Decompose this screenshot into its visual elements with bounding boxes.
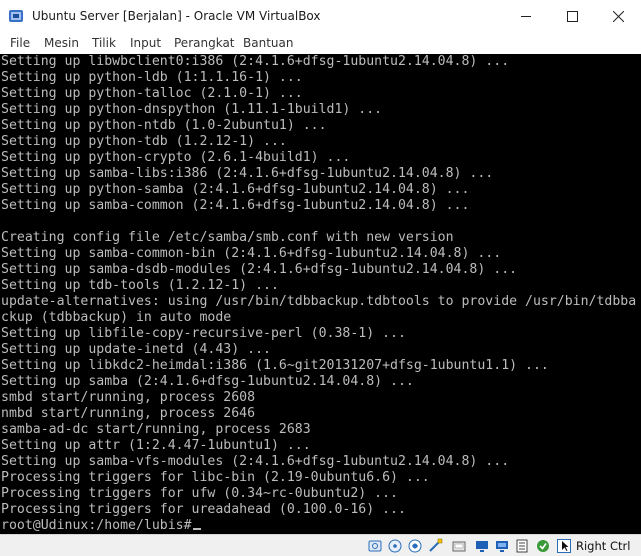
menu-help[interactable]: Bantuan <box>243 35 293 51</box>
console-line: Setting up python-talloc (2.1.0-1) ... <box>1 86 303 101</box>
video-capture-icon[interactable] <box>514 538 530 554</box>
console-line: Setting up samba-vfs-modules (2:4.1.6+df… <box>1 454 510 469</box>
console-line: nmbd start/running, process 2646 <box>1 406 256 421</box>
console-line: Setting up python-samba (2:4.1.6+dfsg-1u… <box>1 182 470 197</box>
maximize-button[interactable] <box>549 0 595 32</box>
close-icon <box>612 10 624 22</box>
console-line: Setting up python-crypto (2.6.1-4build1)… <box>1 150 351 165</box>
mouse-integration-icon[interactable] <box>556 538 572 554</box>
menu-machine[interactable]: Mesin <box>44 35 79 51</box>
network-icon[interactable] <box>427 538 443 554</box>
console-line: Setting up python-tdb (1.2.12-1) ... <box>1 134 287 149</box>
usb-icon[interactable] <box>451 538 467 554</box>
console-line: Setting up samba-common (2:4.1.6+dfsg-1u… <box>1 198 470 213</box>
console-line: ckup (tdbbackup) in auto mode <box>1 310 232 325</box>
console-line: Processing triggers for ureadahead (0.10… <box>1 502 406 517</box>
console-prompt-line: root@Udinux:/home/lubis# <box>1 518 201 534</box>
console-line: Setting up attr (1:2.4.47-1ubuntu1) ... <box>1 438 311 453</box>
console-line: Setting up samba-common-bin (2:4.1.6+dfs… <box>1 246 502 261</box>
minimize-icon <box>520 15 531 17</box>
hard-disk-icon[interactable] <box>367 538 383 554</box>
shared-folders-icon[interactable] <box>474 538 490 554</box>
menu-devices[interactable]: Perangkat <box>174 35 235 51</box>
vm-console-screen[interactable]: Setting up libwbclient0:i386 (2:4.1.6+df… <box>0 54 641 534</box>
console-line: Setting up libkdc2-heimdal:i386 (1.6~git… <box>1 358 549 373</box>
host-key-label[interactable]: Right Ctrl <box>576 538 630 554</box>
close-button[interactable] <box>595 0 641 32</box>
window-title: Ubuntu Server [Berjalan] - Oracle VM Vir… <box>32 9 321 23</box>
console-line: Setting up samba-dsdb-modules (2:4.1.6+d… <box>1 262 518 277</box>
console-line: Setting up samba-libs:i386 (2:4.1.6+dfsg… <box>1 166 494 181</box>
console-line: Setting up libwbclient0:i386 (2:4.1.6+df… <box>1 54 510 69</box>
maximize-icon <box>566 10 578 22</box>
status-bar: Right Ctrl <box>0 534 641 556</box>
console-line: Setting up libfile-copy-recursive-perl (… <box>1 326 406 341</box>
console-line: Processing triggers for libc-bin (2.19-0… <box>1 470 430 485</box>
text-cursor <box>192 528 201 530</box>
shell-prompt: root@Udinux:/home/lubis# <box>1 518 192 533</box>
console-line: Setting up python-dnspython (1.11.1-1bui… <box>1 102 383 117</box>
console-line: Setting up python-ldb (1:1.1.16-1) ... <box>1 70 303 85</box>
minimize-button[interactable] <box>503 0 549 32</box>
console-line: Setting up samba (2:4.1.6+dfsg-1ubuntu2.… <box>1 374 414 389</box>
title-bar[interactable]: Ubuntu Server [Berjalan] - Oracle VM Vir… <box>0 0 641 32</box>
console-line: Creating config file /etc/samba/smb.conf… <box>1 230 454 245</box>
console-line: Setting up python-ntdb (1.0-2ubuntu1) ..… <box>1 118 327 133</box>
virtualbox-app-icon <box>9 10 23 22</box>
console-line: Processing triggers for ufw (0.34~rc-0ub… <box>1 486 398 501</box>
audio-icon[interactable] <box>407 538 423 554</box>
cpu-icon[interactable] <box>535 538 551 554</box>
console-line: Setting up tdb-tools (1.2.12-1) ... <box>1 278 279 293</box>
console-line: update-alternatives: using /usr/bin/tdbb… <box>1 294 637 309</box>
display-icon[interactable] <box>494 538 510 554</box>
menu-file[interactable]: File <box>10 35 30 51</box>
optical-drive-icon[interactable] <box>387 538 403 554</box>
console-line: smbd start/running, process 2608 <box>1 390 256 405</box>
menu-bar: File Mesin Tilik Input Perangkat Bantuan <box>0 32 641 54</box>
console-line: samba-ad-dc start/running, process 2683 <box>1 422 311 437</box>
console-line: Setting up update-inetd (4.43) ... <box>1 342 271 357</box>
menu-view[interactable]: Tilik <box>92 35 116 51</box>
menu-input[interactable]: Input <box>130 35 161 51</box>
